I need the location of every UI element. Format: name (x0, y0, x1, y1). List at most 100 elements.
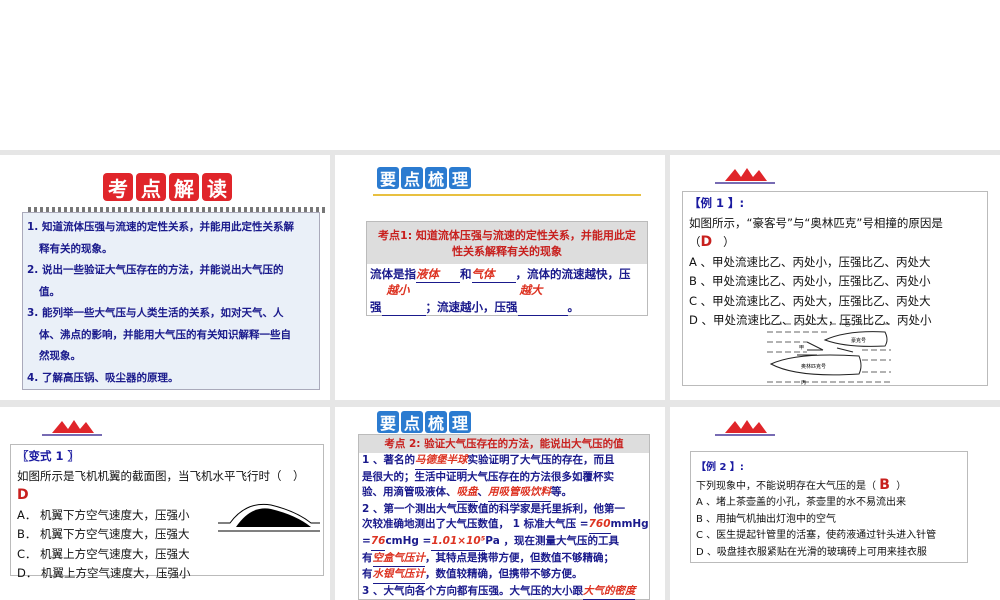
question-text: 下列现象中，不能说明存在大气压的是（ (696, 480, 876, 492)
example-label: 【例 2 】: (696, 462, 744, 473)
answer-blank: 水银气压计 (372, 567, 425, 584)
text: ） (896, 480, 907, 492)
slide-title: 考 点 解 读 (103, 173, 232, 201)
title-char: 梳 (425, 411, 447, 433)
title-underline (373, 194, 641, 196)
answer-blank: 气体 (471, 266, 516, 283)
objective-item: 3. 能列举一些大气压与人类生活的关系，如对天气、人 (27, 307, 284, 319)
key-point-box: 考点1: 知道流体压强与流速的定性关系，并能用此定性关系解释有关的现象 流体是指… (366, 221, 648, 316)
variant-label: 〖变式 1 〗 (17, 449, 80, 463)
title-char: 考 (103, 173, 133, 201)
text: ，流体的流速越快，压 (515, 267, 631, 281)
option-a: A 、堵上茶壶盖的小孔，茶壶里的水不易流出来 (696, 497, 907, 508)
answer-blank: 吸盘 (456, 485, 478, 502)
option-b: B 、用抽气机抽出灯泡中的空气 (696, 513, 837, 525)
answer-blank: 液体 (416, 266, 460, 283)
slide-title: 要 点 梳 理 (377, 411, 471, 433)
answer-blank: 马德堡半球 (414, 453, 468, 470)
text: 2 、第一个测出大气压数值的科学家是托里拆利，他第一 (362, 502, 625, 515)
slide-thumbnail-6[interactable]: 【例 2 】: 下列现象中，不能说明存在大气压的是（ B ） A 、堵上茶壶盖的… (670, 407, 1000, 600)
text: = (362, 534, 371, 547)
option-c: C 、医生提起针管里的活塞，使药液通过针头进入针管 (696, 530, 937, 541)
answer-blank: 用吸管吸饮料 (488, 485, 551, 502)
answer-text: 越大 (519, 283, 543, 297)
text: 次较准确地测出了大气压数值， 1 标准大气压 = (362, 518, 589, 531)
option-d: D． 机翼上方空气速度大，压强小 (17, 566, 191, 580)
answer-text: B (879, 476, 890, 493)
text: ；流速越小，压强 (425, 300, 518, 314)
text: 和 (460, 267, 472, 281)
objective-item: 值。 (39, 285, 60, 298)
slide-thumbnail-5[interactable]: 要 点 梳 理 考点 2: 验证大气压存在的方法，能说出大气压的值 1 、著名的… (335, 407, 665, 600)
title-char: 要 (377, 411, 399, 433)
objectives-box: 1. 知道流体压强与流速的定性关系，并能用此定性关系解 释有关的现象。 2. 说… (22, 212, 320, 390)
title-char: 梳 (425, 167, 447, 189)
answer-blank: 空盒气压计 (372, 551, 425, 568)
text: 等。 (551, 486, 572, 499)
example-question-box: 【例 2 】: 下列现象中，不能说明存在大气压的是（ B ） A 、堵上茶壶盖的… (690, 451, 968, 563)
position-label: 乙 (845, 321, 850, 328)
title-char: 解 (169, 173, 199, 201)
text: 强 (370, 300, 382, 314)
answer-blank: 760 (588, 517, 611, 534)
ship-label: 奥林匹克号 (801, 363, 826, 370)
decorative-red-mountain-icon (42, 420, 102, 436)
ship-label: 豪克号 (851, 337, 866, 344)
title-char: 读 (202, 173, 232, 201)
variant-question-box: 〖变式 1 〗 如图所示是飞机机翼的截面图，当飞机水平飞行时（ ） D A． 机… (10, 444, 324, 580)
title-char: 理 (449, 411, 471, 433)
option-b: B 、甲处流速比乙、丙处小，压强比乙、丙处小 (689, 274, 931, 288)
title-char: 理 (449, 167, 471, 189)
example-question-box: 【例 1 】: 如图所示，“豪客号”与“奥林匹克”号相撞的原因是（D ） A 、… (682, 191, 988, 386)
key-point-header: 考点 2: 验证大气压存在的方法，能说出大气压的值 (359, 435, 649, 453)
text: 。 (567, 300, 580, 314)
text: 、 (477, 486, 489, 499)
slide-thumbnail-4[interactable]: 〖变式 1 〗 如图所示是飞机机翼的截面图，当飞机水平飞行时（ ） D A． 机… (0, 407, 330, 600)
objective-item: 体、沸点的影响，并能用大气压的有关知识解释一些自 (39, 328, 291, 341)
answer-text: 越小 (386, 283, 410, 297)
position-label: 丙 (801, 380, 806, 386)
text: cmHg = (385, 534, 432, 547)
title-char: 点 (401, 167, 423, 189)
text: 实验证明了大气压的存在，而且 (467, 454, 615, 466)
answer-blank: 1.01×10⁵ (431, 534, 486, 551)
slide-thumbnail-1[interactable]: 考 点 解 读 1. 知道流体压强与流速的定性关系，并能用此定性关系解 释有关的… (0, 155, 330, 400)
ships-collision-figure: 豪克号 奥林匹克号 甲 乙 丙 (767, 321, 891, 386)
airplane-wing-figure (218, 503, 320, 532)
answer-text: D (700, 234, 713, 250)
decorative-red-mountain-icon (715, 420, 775, 436)
question-text: 如图所示是飞机机翼的截面图，当飞机水平飞行时（ ） (17, 468, 305, 483)
answer-blank: 76 (370, 534, 386, 551)
text: ） (723, 235, 735, 249)
option-d: D 、吸盘挂衣服紧贴在光滑的玻璃砖上可用来挂衣服 (696, 546, 927, 558)
option-c: C． 机翼上方空气速度大，压强大 (17, 546, 190, 561)
title-char: 点 (136, 173, 166, 201)
key-point-header: 考点1: 知道流体压强与流速的定性关系，并能用此定性关系解释有关的现象 (367, 222, 647, 264)
slide-thumbnail-3[interactable]: 【例 1 】: 如图所示，“豪客号”与“奥林匹克”号相撞的原因是（D ） A 、… (670, 155, 1000, 400)
text: 有 (362, 568, 373, 581)
text: mmHg (610, 518, 649, 531)
title-char: 点 (401, 411, 423, 433)
text: 验、用滴管吸液体、 (362, 486, 457, 499)
objective-item: 然现象。 (39, 350, 81, 362)
text: 有 (362, 551, 373, 564)
objective-item: 2. 说出一些验证大气压存在的方法，并能说出大气压的 (27, 264, 284, 276)
text: 1 、著名的 (362, 454, 415, 466)
text: ，其特点是携带方便，但数值不够精确； (425, 551, 614, 564)
option-c: C 、甲处流速比乙、丙处大，压强比乙、丙处大 (689, 293, 931, 308)
key-point-box: 考点 2: 验证大气压存在的方法，能说出大气压的值 1 、著名的马德堡半球实验证… (358, 434, 650, 600)
text: 流体是指 (370, 267, 416, 281)
slide-title: 要 点 梳 理 (377, 167, 471, 189)
title-char: 要 (377, 167, 399, 189)
position-label: 甲 (799, 345, 804, 351)
option-a: A 、甲处流速比乙、丙处小，压强比乙、丙处大 (689, 254, 931, 269)
objective-item: 4. 了解高压锅、吸尘器的原理。 (27, 371, 179, 384)
example-label: 【例 1 】: (689, 196, 745, 210)
objective-item: 1. 知道流体压强与流速的定性关系，并能用此定性关系解 (27, 221, 294, 233)
text: 3 、大气向各个方向都有压强。大气压的大小跟 (362, 584, 583, 597)
text: 是很大的；生活中证明大气压存在的方法很多如覆杯实 (362, 470, 614, 483)
decorative-red-mountain-icon (715, 168, 775, 184)
text: ，数值较精确，但携带不够方便。 (425, 568, 583, 581)
slide-thumbnail-2[interactable]: 要 点 梳 理 考点1: 知道流体压强与流速的定性关系，并能用此定性关系解释有关… (335, 155, 665, 400)
answer-blank: 大气的密度 (582, 584, 636, 600)
